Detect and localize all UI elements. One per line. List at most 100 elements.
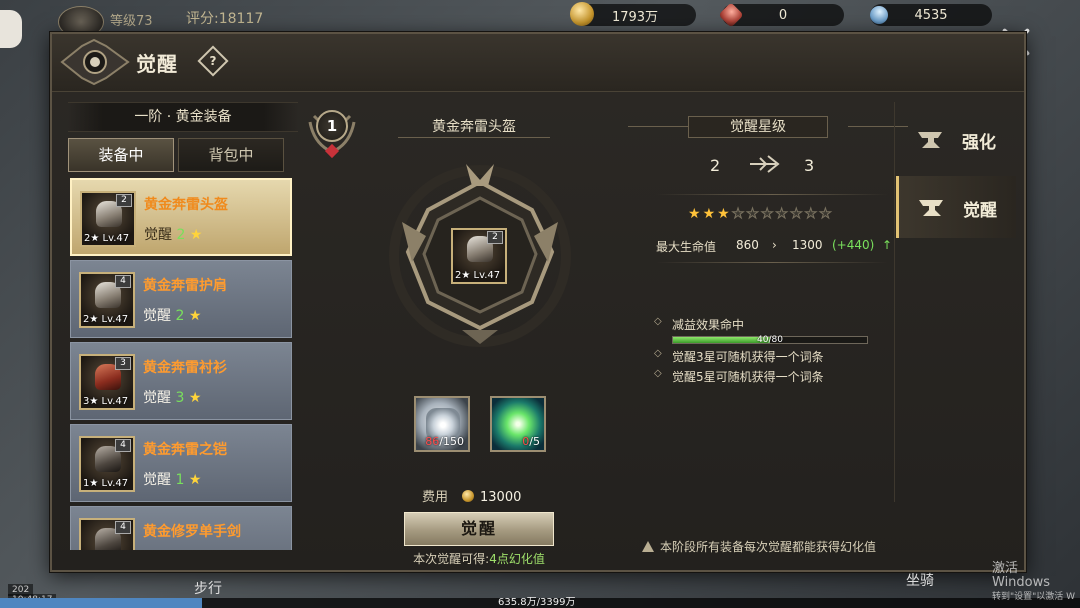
cost-row: 费用 13000 [422, 486, 521, 505]
warning-icon [642, 541, 654, 552]
list-item[interactable]: 4 黄金修罗单手剑 [70, 506, 292, 550]
divider [656, 194, 888, 195]
item-level: 1★ Lv.47 [83, 478, 129, 489]
item-badge: 4 [115, 521, 131, 534]
star-empty-icon: ★ [789, 206, 805, 223]
ornament-emblem-icon [60, 38, 130, 86]
divider [656, 262, 888, 263]
item-level: 2★ Lv.47 [455, 270, 501, 281]
stat-to: 1300 [792, 238, 823, 252]
awaken-stars: 2 [176, 227, 186, 243]
panel-header: 觉醒 ? [52, 34, 1024, 92]
star-level-title: 觉醒星级 [688, 116, 828, 138]
cost-value: 13000 [480, 490, 522, 505]
stat-from: 860 [736, 238, 759, 252]
material-need: /5 [529, 435, 540, 448]
minimap-edge[interactable] [0, 10, 22, 48]
star-level-header: 觉醒星级 [628, 116, 908, 138]
star-rating: ★★★★★★★★★★ [688, 206, 834, 223]
effect-item: 觉醒3星可随机获得一个词条 [654, 348, 894, 368]
chest-armor-icon: 4 1★ Lv.47 [79, 436, 135, 492]
item-awaken: 觉醒 2 ★ [143, 305, 201, 325]
material-need: /150 [439, 435, 464, 448]
footer-note-text: 本阶段所有装备每次觉醒都能获得幻化值 [660, 540, 877, 554]
divider [894, 102, 895, 502]
equipment-name: 黄金奔雷头盔 [398, 116, 550, 138]
star-icon: ★ [188, 308, 202, 324]
awaken-button[interactable]: 觉醒 [404, 512, 554, 546]
item-badge: 4 [115, 275, 131, 288]
helmet-icon: 2 2★ Lv.47 [80, 191, 136, 247]
item-level: 2★ Lv.47 [84, 233, 130, 244]
tier-number: 1 [316, 110, 348, 142]
star-icon: ★ [188, 390, 202, 406]
tier-badge: 1 [304, 102, 360, 159]
gem-currency[interactable]: 4535 [866, 2, 992, 28]
tab-label: 觉醒 [963, 201, 997, 221]
selected-helmet-icon[interactable]: 2 2★ Lv.47 [451, 228, 507, 284]
progress-text: 40/80 [757, 335, 783, 345]
exp-text: 635.8万/3399万 [498, 597, 576, 608]
tab-enhance[interactable]: 强化 [896, 108, 1016, 170]
item-badge: 4 [115, 439, 131, 452]
gold-coin-icon [570, 2, 594, 26]
mount-button[interactable]: 坐骑 [906, 570, 934, 590]
star-icon: ★ [189, 227, 203, 243]
star-empty-icon: ★ [760, 206, 776, 223]
item-name: 黄金奔雷头盔 [144, 197, 228, 213]
footer-note: 本阶段所有装备每次觉醒都能获得幻化值 [642, 538, 876, 555]
awaken-stars: 1 [175, 472, 185, 488]
stat-diff: (+440) [832, 238, 875, 252]
item-level: 2★ Lv.47 [83, 314, 129, 325]
star-filled-icon: ★ [717, 206, 732, 222]
divider [628, 126, 688, 127]
tab-backpack[interactable]: 背包中 [178, 138, 284, 172]
item-badge: 2 [116, 194, 132, 207]
awaken-stars: 3 [175, 390, 185, 406]
arrow-up-icon: ↑ [882, 238, 893, 252]
gold-coin-icon [462, 490, 475, 502]
crystal-material-slot[interactable]: 0/5 [490, 396, 546, 452]
walk-mode-button[interactable]: 步行 [194, 578, 222, 598]
help-glyph: ? [209, 54, 217, 68]
sword-icon: 4 [79, 518, 135, 550]
effect-item: 觉醒5星可随机获得一个词条 [654, 368, 894, 388]
star-empty-icon: ★ [746, 206, 761, 223]
side-tabs: 强化 觉醒 [896, 108, 1022, 244]
item-level: 3★ Lv.47 [83, 396, 129, 407]
item-awaken: 觉醒 3 ★ [143, 387, 201, 407]
awaken-label: 觉醒 [143, 472, 171, 488]
diamond-icon [866, 2, 892, 28]
watermark-line-1: 激活 Windows [992, 561, 1051, 590]
player-score: 评分:18117 [186, 11, 264, 27]
awaken-effects: 减益效果命中 40/80 觉醒3星可随机获得一个词条 觉醒5星可随机获得一个词条 [654, 316, 894, 388]
material-count: 86/150 [425, 435, 464, 448]
help-icon[interactable]: ? [197, 45, 229, 77]
effect-progress-bar: 40/80 [672, 335, 868, 345]
equipment-tabs: 装备中 背包中 [68, 138, 298, 172]
ore-material-slot[interactable]: 86/150 [414, 396, 470, 452]
exp-fill [0, 598, 202, 608]
material-have: 86 [425, 435, 440, 448]
shoulder-armor-icon: 4 2★ Lv.47 [79, 272, 135, 328]
star-empty-icon: ★ [731, 206, 747, 223]
equipment-list[interactable]: 2 2★ Lv.47 黄金奔雷头盔 觉醒 2 ★ 4 2★ Lv.47 黄金奔雷… [68, 178, 298, 550]
list-item[interactable]: 4 2★ Lv.47 黄金奔雷护肩 觉醒 2 ★ [70, 260, 292, 338]
list-item[interactable]: 3 3★ Lv.47 黄金奔雷衬衫 觉醒 3 ★ [70, 342, 292, 420]
bottom-hud: 202 10:48:17 步行 坐骑 635.8万/3399万 [0, 568, 1080, 608]
star-empty-icon: ★ [804, 206, 820, 223]
item-badge: 3 [115, 357, 131, 370]
list-item[interactable]: 4 1★ Lv.47 黄金奔雷之铠 觉醒 1 ★ [70, 424, 292, 502]
item-badge: 2 [487, 231, 503, 244]
item-name: 黄金奔雷护肩 [143, 278, 227, 294]
tab-equipped[interactable]: 装备中 [68, 138, 174, 172]
list-item[interactable]: 2 2★ Lv.47 黄金奔雷头盔 觉醒 2 ★ [70, 178, 292, 256]
gold-currency[interactable]: 1793万 [570, 2, 696, 26]
equipment-list-panel: 一阶 · 黄金装备 装备中 背包中 2 2★ Lv.47 黄金奔雷头盔 觉醒 2… [68, 102, 298, 554]
windows-activation-watermark: 激活 Windows 转到"设置"以激活 W [992, 562, 1080, 604]
tier-title: 一阶 · 黄金装备 [68, 102, 298, 132]
tab-awaken[interactable]: 觉醒 [896, 176, 1016, 238]
item-name: 黄金奔雷之铠 [143, 442, 227, 458]
ruby-currency[interactable]: 0 [718, 2, 844, 28]
star-filled-icon: ★ [688, 206, 703, 222]
